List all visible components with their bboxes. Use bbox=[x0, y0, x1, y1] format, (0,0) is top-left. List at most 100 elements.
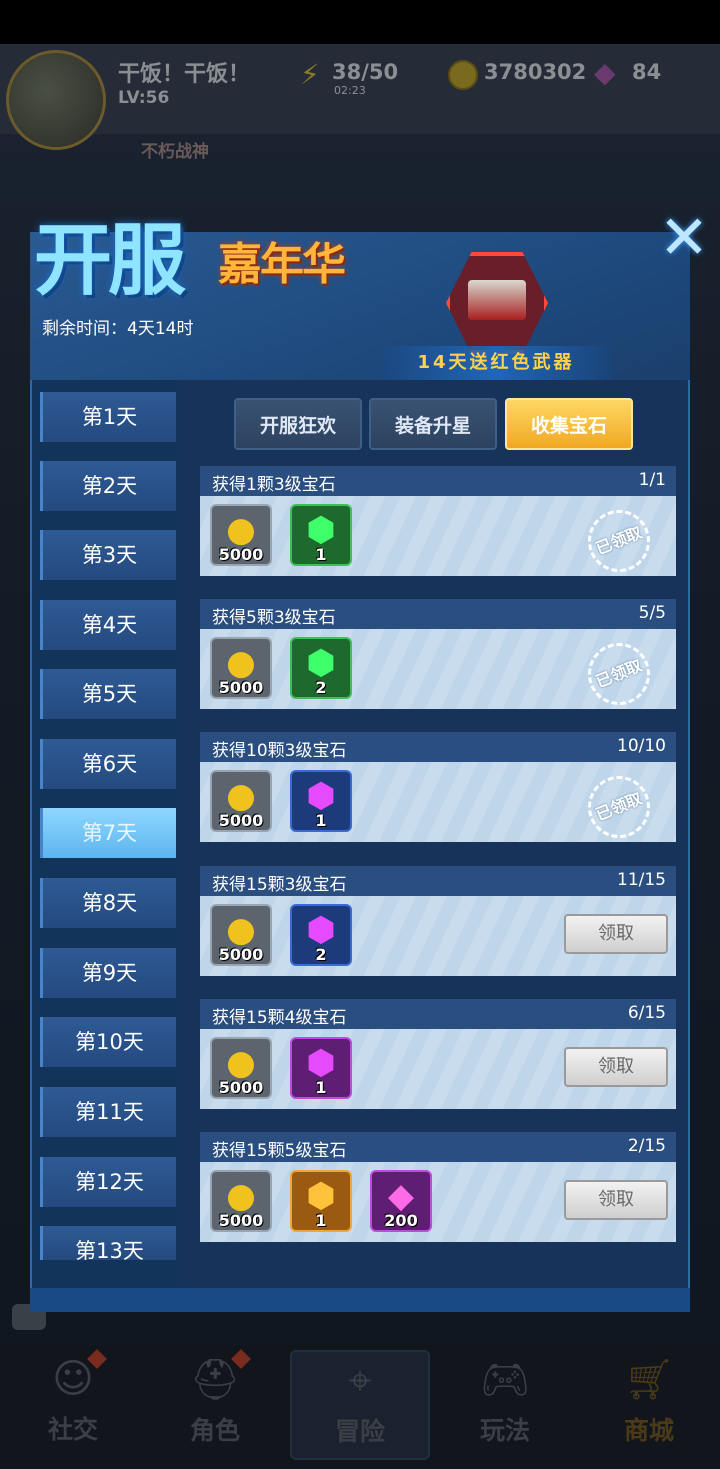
task-title: 获得5颗3级宝石 bbox=[212, 608, 336, 628]
green-gem-icon: ⬢ bbox=[306, 643, 336, 683]
day-tab-7[interactable]: 第7天 bbox=[40, 808, 176, 858]
diamond-icon: ◆ bbox=[387, 1176, 415, 1216]
day-tab-8[interactable]: 第8天 bbox=[40, 878, 176, 928]
day-tab-13[interactable]: 第13天 bbox=[40, 1226, 176, 1260]
coin-count: 3780302 bbox=[484, 60, 587, 84]
status-bar bbox=[0, 0, 720, 44]
day-tab-1[interactable]: 第1天 bbox=[40, 392, 176, 442]
task-progress: 5/5 bbox=[638, 603, 666, 623]
claim-button[interactable]: 领取 bbox=[564, 1180, 668, 1220]
day-tab-4[interactable]: 第4天 bbox=[40, 600, 176, 650]
day-tab-6[interactable]: 第6天 bbox=[40, 739, 176, 789]
green-gem-icon: ⬢ bbox=[306, 510, 336, 550]
reward-gem[interactable]: ⬢ 1 bbox=[290, 504, 352, 566]
task-progress: 1/1 bbox=[638, 470, 666, 490]
reward-coin[interactable]: ● 5000 bbox=[210, 1170, 272, 1232]
nav-character-label: 角色 bbox=[189, 1416, 240, 1445]
claim-button[interactable]: 领取 bbox=[564, 1047, 668, 1087]
event-title-sub: 嘉年华 bbox=[218, 239, 346, 290]
day-tab-5[interactable]: 第5天 bbox=[40, 669, 176, 719]
energy-icon[interactable]: ⚡ bbox=[300, 58, 320, 91]
nav-shop[interactable]: 🛒︎ 商城 bbox=[594, 1350, 704, 1460]
reward-qty: 200 bbox=[384, 1211, 418, 1230]
task-title: 获得1颗3级宝石 bbox=[212, 475, 336, 495]
modal-footer bbox=[30, 1288, 690, 1312]
task-title: 获得15颗4级宝石 bbox=[212, 1008, 347, 1028]
reward-gem[interactable]: ⬢ 1 bbox=[290, 1170, 352, 1232]
reward-diamond[interactable]: ◆ 200 bbox=[370, 1170, 432, 1232]
nav-gameplay[interactable]: 🎮︎ 玩法 bbox=[450, 1350, 560, 1460]
task-row: 获得15颗3级宝石 11/15 ● 5000 ⬢ 2 领取 bbox=[200, 866, 676, 976]
nav-character[interactable]: ⛑ 角色 bbox=[160, 1350, 270, 1460]
task-title: 获得10颗3级宝石 bbox=[212, 741, 347, 761]
reward-coin[interactable]: ● 5000 bbox=[210, 504, 272, 566]
tab-equipment-upgrade[interactable]: 装备升星 bbox=[369, 398, 497, 450]
reward-qty: 5000 bbox=[218, 545, 264, 564]
reward-coin[interactable]: ● 5000 bbox=[210, 770, 272, 832]
reward-coin[interactable]: ● 5000 bbox=[210, 1037, 272, 1099]
tab-collect-gems[interactable]: 收集宝石 bbox=[505, 398, 633, 450]
tab-opening-carnival[interactable]: 开服狂欢 bbox=[234, 398, 362, 450]
reward-gem[interactable]: ⬢ 1 bbox=[290, 770, 352, 832]
player-level: LV:56 bbox=[118, 88, 170, 108]
task-row: 获得5颗3级宝石 5/5 ● 5000 ⬢ 2 已领取 bbox=[200, 599, 676, 715]
reward-coin[interactable]: ● 5000 bbox=[210, 637, 272, 699]
task-row: 获得15颗5级宝石 2/15 ● 5000 ⬢ 1 ◆ 200 领取 bbox=[200, 1132, 676, 1242]
nav-social[interactable]: ☺ 社交 bbox=[18, 1350, 128, 1460]
energy-count: 38/50 bbox=[332, 60, 399, 84]
task-row: 获得15颗4级宝石 6/15 ● 5000 ⬢ 1 领取 bbox=[200, 999, 676, 1109]
task-progress: 11/15 bbox=[617, 870, 666, 890]
player-name: 干饭！干饭！ bbox=[118, 62, 251, 87]
nav-adventure-label: 冒险 bbox=[334, 1417, 385, 1446]
remaining-time: 剩余时间：4天14时 bbox=[42, 319, 194, 339]
gamepad-icon: 🎮︎ bbox=[479, 1357, 531, 1403]
task-progress: 6/15 bbox=[627, 1003, 666, 1023]
reward-qty: 5000 bbox=[218, 678, 264, 697]
player-avatar[interactable] bbox=[6, 50, 106, 150]
nav-social-label: 社交 bbox=[47, 1415, 98, 1444]
nav-adventure[interactable]: ⌖ 冒险 bbox=[290, 1350, 430, 1460]
reward-gem[interactable]: ⬢ 2 bbox=[290, 637, 352, 699]
reward-gem[interactable]: ⬢ 1 bbox=[290, 1037, 352, 1099]
day-tab-2[interactable]: 第2天 bbox=[40, 461, 176, 511]
reward-qty: 5000 bbox=[218, 1078, 264, 1097]
reward-qty: 1 bbox=[315, 1078, 327, 1097]
reward-qty: 1 bbox=[315, 545, 327, 564]
coin-icon: ● bbox=[226, 643, 256, 683]
nav-shop-label: 商城 bbox=[623, 1416, 674, 1445]
purple-gem-icon: ⬢ bbox=[306, 776, 336, 816]
nav-gameplay-label: 玩法 bbox=[479, 1416, 530, 1445]
purple-gem-icon: ⬢ bbox=[306, 1043, 336, 1083]
reward-qty: 1 bbox=[315, 1211, 327, 1230]
day-tab-12[interactable]: 第12天 bbox=[40, 1157, 176, 1207]
reward-qty: 2 bbox=[315, 945, 327, 964]
day-tab-10[interactable]: 第10天 bbox=[40, 1017, 176, 1067]
reward-qty: 5000 bbox=[218, 945, 264, 964]
pistol-icon bbox=[468, 280, 526, 320]
coin-icon: ● bbox=[226, 510, 256, 550]
reward-gem[interactable]: ⬢ 2 bbox=[290, 904, 352, 966]
social-icon: ☺ bbox=[52, 1356, 94, 1402]
character-icon: ⛑ bbox=[189, 1357, 241, 1403]
event-title-main: 开服 bbox=[34, 216, 186, 306]
player-title-badge: 不朽战神 bbox=[141, 142, 209, 162]
task-row: 获得10颗3级宝石 10/10 ● 5000 ⬢ 1 已领取 bbox=[200, 732, 676, 848]
reward-coin[interactable]: ● 5000 bbox=[210, 904, 272, 966]
gem-count: 84 bbox=[632, 60, 662, 84]
reward-qty: 5000 bbox=[218, 811, 264, 830]
claim-button[interactable]: 领取 bbox=[564, 914, 668, 954]
day-tab-3[interactable]: 第3天 bbox=[40, 530, 176, 580]
coin-icon: ● bbox=[226, 1176, 256, 1216]
coin-icon[interactable] bbox=[448, 60, 478, 90]
coin-icon: ● bbox=[226, 776, 256, 816]
task-row: 获得1颗3级宝石 1/1 ● 5000 ⬢ 1 已领取 bbox=[200, 466, 676, 582]
task-title: 获得15颗3级宝石 bbox=[212, 875, 347, 895]
day-tab-11[interactable]: 第11天 bbox=[40, 1087, 176, 1137]
cart-icon: 🛒︎ bbox=[623, 1357, 675, 1403]
task-title: 获得15颗5级宝石 bbox=[212, 1141, 347, 1161]
close-button[interactable]: ✕ bbox=[656, 208, 712, 268]
map-pin-icon: ⌖ bbox=[348, 1358, 372, 1404]
diamond-icon[interactable]: ◆ bbox=[594, 56, 616, 89]
coin-icon: ● bbox=[226, 1043, 256, 1083]
day-tab-9[interactable]: 第9天 bbox=[40, 948, 176, 998]
